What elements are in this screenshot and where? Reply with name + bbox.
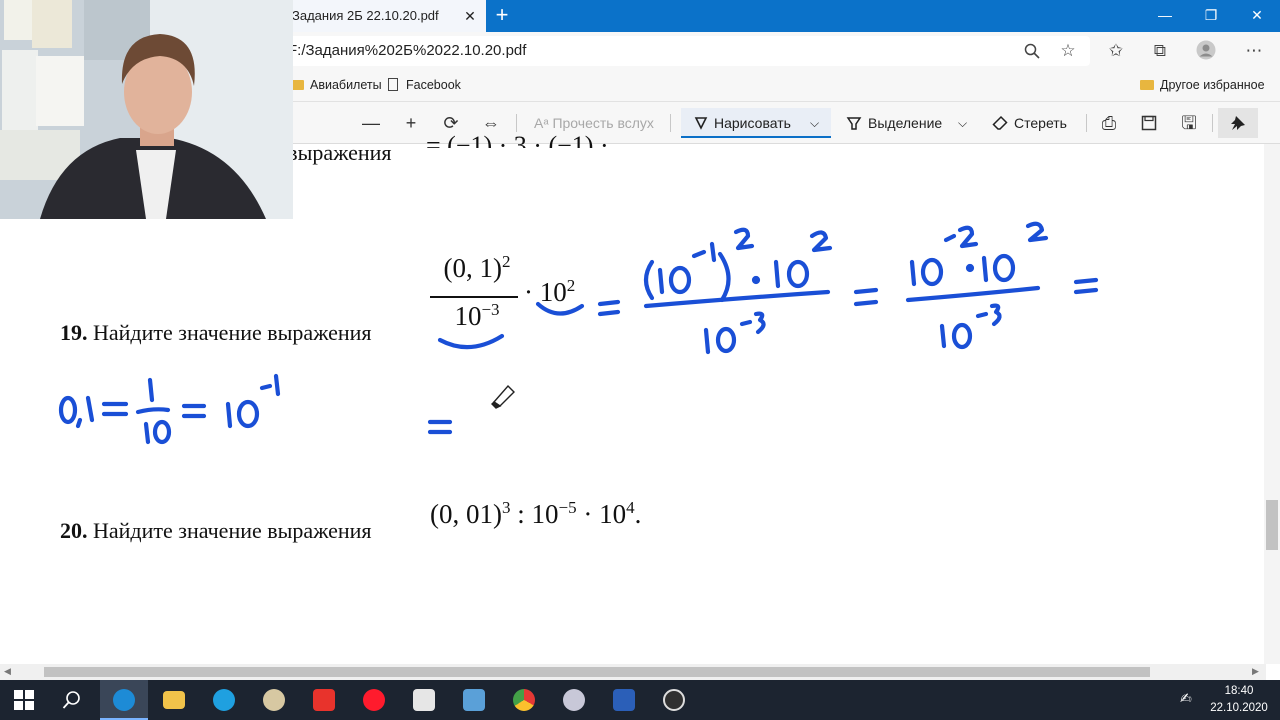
search-icon [62,691,80,709]
minimize-button[interactable]: — [1142,0,1188,32]
horizontal-scroll-thumb[interactable] [44,667,1150,677]
tab-close-button[interactable]: ✕ [456,0,484,32]
collections-icon[interactable]: ⧉ [1144,36,1176,66]
task-20-number: 20. [60,518,88,543]
notes-icon [463,689,485,711]
word-icon [613,689,635,711]
scroll-left-icon[interactable]: ◀ [4,666,11,677]
separator [670,114,671,132]
pin-icon [1231,116,1245,130]
save-icon[interactable] [1134,104,1164,142]
pen-cursor-icon [491,384,515,409]
highlight-dropdown-icon[interactable]: ⌵ [958,104,967,142]
pen-tray-icon[interactable]: ✍ [1180,690,1192,707]
taskbar-notes[interactable] [450,680,498,720]
erase-button[interactable]: Стереть [992,104,1067,142]
address-text: F:/Задания%202Б%2022.10.20.pdf [288,42,527,59]
eraser-icon [992,115,1008,130]
paint3d-icon [563,689,585,711]
taskbar-obs[interactable] [650,680,698,720]
obs-icon [663,689,685,711]
start-button[interactable] [0,680,48,720]
new-tab-button[interactable]: + [488,0,516,32]
video-icon [413,689,435,711]
chrome-icon [513,689,535,711]
zoom-out-button[interactable]: — [356,104,386,142]
more-icon[interactable]: ⋯ [1238,36,1270,66]
taskbar-yandex[interactable] [300,680,348,720]
opera-icon [363,689,385,711]
print-icon[interactable]: ⎙ [1094,104,1124,142]
fav-item-aviabilety[interactable]: Авиабилеты [290,70,382,100]
edge-icon [113,689,135,711]
tab-title: Задания 2Б 22.10.20.pdf [292,8,439,23]
taskbar-edge[interactable] [100,680,148,720]
task-19-text: Найдите значение выражения [93,320,372,345]
folder-icon [163,691,185,709]
taskbar-paint3d[interactable] [550,680,598,720]
task-19-label: 19. Найдите значение выражения [60,320,372,346]
task-20-label: 20. Найдите значение выражения [60,518,372,544]
skype-icon [213,689,235,711]
webcam-overlay [0,0,293,219]
expr20: (0, 01)3 : 10−5 · 104. [430,498,642,529]
expr19-numerator: (0, 1)2 [443,252,511,283]
taskbar-opera[interactable] [350,680,398,720]
pin-toolbar-button[interactable] [1218,108,1258,138]
paint-icon [263,689,285,711]
vertical-scroll-thumb[interactable] [1266,500,1278,550]
taskbar-search-button[interactable] [48,680,96,720]
taskbar-chrome[interactable] [500,680,548,720]
expr19-factor: · 102 [524,276,576,307]
expr19-denominator: 10−3 [454,300,500,331]
clock-date: 22.10.2020 [1210,702,1268,714]
zoom-icon[interactable] [1016,36,1048,66]
save-as-icon[interactable]: 🖫 [1174,104,1204,142]
zoom-in-button[interactable]: + [396,104,426,142]
clock-time: 18:40 [1224,685,1254,697]
folder-icon [1140,80,1154,90]
yandex-icon [313,689,335,711]
taskbar-video-editor[interactable] [400,680,448,720]
taskbar-paint[interactable] [250,680,298,720]
separator [516,114,517,132]
page-icon [388,78,398,91]
separator [1086,114,1087,132]
profile-icon[interactable] [1190,36,1222,66]
vertical-scrollbar[interactable] [1264,144,1280,664]
scroll-right-icon[interactable]: ▶ [1252,666,1259,677]
taskbar-file-explorer[interactable] [150,680,198,720]
highlight-icon [846,117,862,130]
previous-expression-clipped: = (−1) · 3 · (−1) · [426,134,896,148]
separator [1212,114,1213,132]
svg-text:= (−1) · 3 · (−1) ·: = (−1) · 3 · (−1) · [426,134,609,148]
fav-other[interactable]: Другое избранное [1140,70,1265,100]
close-window-button[interactable]: ✕ [1234,0,1280,32]
star-icon[interactable]: ☆ [1052,36,1084,66]
taskbar-skype[interactable] [200,680,248,720]
read-aloud-icon: A [534,115,544,131]
taskbar-clock[interactable]: 18:40 22.10.2020 [1200,683,1278,717]
restore-button[interactable]: ❐ [1188,0,1234,32]
fav-item-facebook[interactable]: Facebook [388,70,461,100]
taskbar-word[interactable] [600,680,648,720]
favorites-icon[interactable]: ✩ [1100,36,1132,66]
task-19-number: 19. [60,320,88,345]
expr19-fraction-bar [430,296,518,298]
draw-icon [694,117,708,130]
windows-icon [14,690,34,710]
task-20-text: Найдите значение выражения [93,518,372,543]
